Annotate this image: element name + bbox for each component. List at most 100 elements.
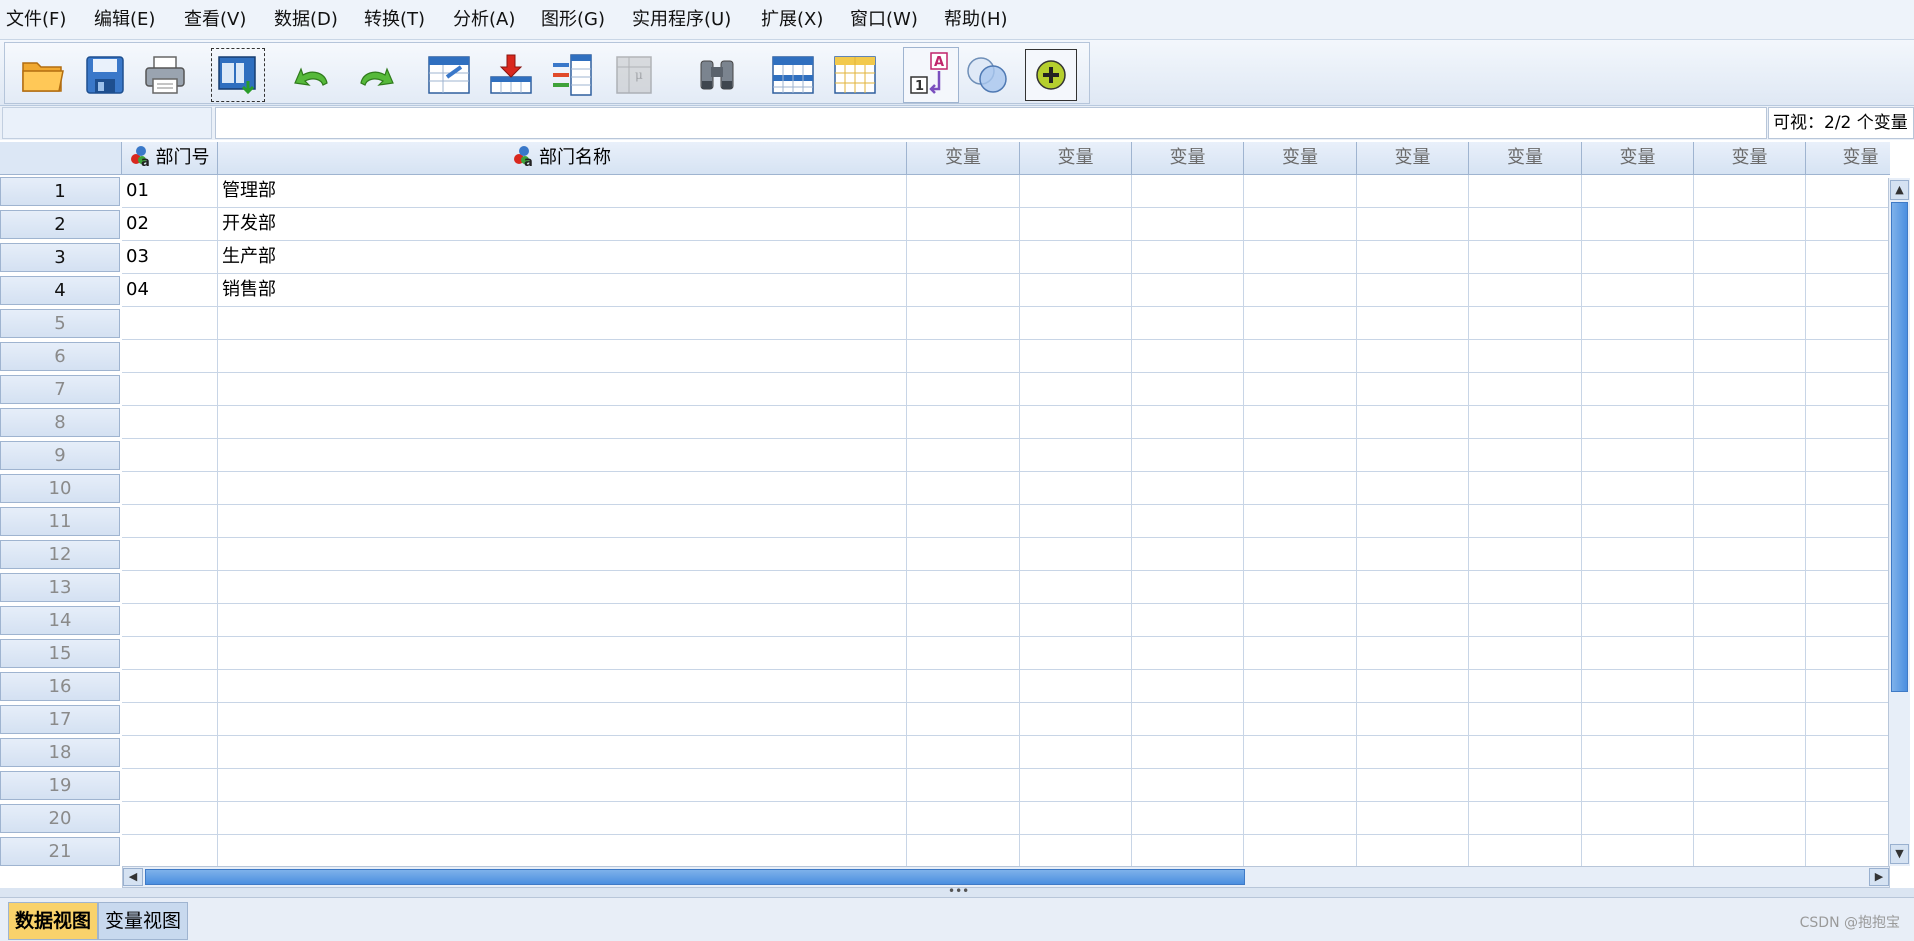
variables-icon[interactable] xyxy=(549,51,597,99)
data-cell[interactable] xyxy=(907,373,1020,406)
data-cell[interactable] xyxy=(1357,736,1469,769)
data-cell[interactable] xyxy=(1694,274,1806,307)
data-cell[interactable] xyxy=(1020,439,1132,472)
column-header[interactable]: 变量 xyxy=(1469,142,1582,175)
redo-icon[interactable] xyxy=(351,51,399,99)
data-cell[interactable] xyxy=(218,670,907,703)
data-cell[interactable] xyxy=(218,835,907,866)
data-cell[interactable] xyxy=(122,637,218,670)
data-cell[interactable] xyxy=(1806,505,1890,538)
data-cell[interactable]: 01 xyxy=(122,175,218,208)
data-cell[interactable] xyxy=(1244,307,1357,340)
print-icon[interactable] xyxy=(141,51,189,99)
data-cell[interactable] xyxy=(1020,241,1132,274)
data-cell[interactable] xyxy=(907,703,1020,736)
data-cell[interactable] xyxy=(1694,538,1806,571)
data-cell[interactable] xyxy=(1244,703,1357,736)
data-cell[interactable] xyxy=(1357,505,1469,538)
data-cell[interactable] xyxy=(1020,505,1132,538)
data-cell[interactable] xyxy=(1469,571,1582,604)
data-cell[interactable] xyxy=(1694,703,1806,736)
data-cell[interactable] xyxy=(122,307,218,340)
data-cell[interactable] xyxy=(1020,769,1132,802)
data-cell[interactable] xyxy=(1806,835,1890,866)
data-cell[interactable] xyxy=(1806,241,1890,274)
data-cell[interactable] xyxy=(1469,769,1582,802)
data-cell[interactable] xyxy=(1357,307,1469,340)
data-cell[interactable] xyxy=(1694,835,1806,866)
data-cell[interactable] xyxy=(1020,703,1132,736)
data-cell[interactable] xyxy=(907,571,1020,604)
data-cell[interactable] xyxy=(1694,769,1806,802)
data-cell[interactable] xyxy=(1357,538,1469,571)
data-cell[interactable] xyxy=(1244,439,1357,472)
data-cell[interactable] xyxy=(122,571,218,604)
data-cell[interactable] xyxy=(218,769,907,802)
data-cell[interactable] xyxy=(122,538,218,571)
data-cell[interactable] xyxy=(1469,208,1582,241)
vertical-scroll-thumb[interactable] xyxy=(1891,202,1908,692)
data-cell[interactable] xyxy=(907,340,1020,373)
data-cell[interactable] xyxy=(1806,571,1890,604)
data-cell[interactable] xyxy=(1806,802,1890,835)
data-cell[interactable] xyxy=(1806,274,1890,307)
data-cell[interactable] xyxy=(218,406,907,439)
data-cell[interactable] xyxy=(1244,604,1357,637)
data-cell[interactable] xyxy=(1582,736,1694,769)
data-cell[interactable] xyxy=(1469,736,1582,769)
data-cell[interactable] xyxy=(1132,406,1244,439)
data-cell[interactable] xyxy=(907,307,1020,340)
menu-analyze[interactable]: 分析(A) xyxy=(453,0,515,40)
row-header[interactable]: 2 xyxy=(0,210,120,239)
data-cell[interactable] xyxy=(1469,472,1582,505)
data-cell[interactable] xyxy=(907,175,1020,208)
data-cell[interactable] xyxy=(1357,604,1469,637)
data-cell[interactable] xyxy=(907,274,1020,307)
data-cell[interactable] xyxy=(1357,241,1469,274)
data-cell[interactable] xyxy=(1582,637,1694,670)
data-cell[interactable] xyxy=(122,703,218,736)
row-header[interactable]: 17 xyxy=(0,705,120,734)
data-cell[interactable] xyxy=(1694,736,1806,769)
data-cell[interactable] xyxy=(122,406,218,439)
data-cell[interactable] xyxy=(1357,571,1469,604)
row-header[interactable]: 3 xyxy=(0,243,120,272)
data-cell[interactable] xyxy=(122,604,218,637)
horizontal-scrollbar[interactable]: ◀ ▶ xyxy=(122,866,1890,888)
data-cell[interactable] xyxy=(1020,670,1132,703)
data-cell[interactable] xyxy=(1806,340,1890,373)
data-cell[interactable] xyxy=(122,736,218,769)
data-cell[interactable]: 开发部 xyxy=(218,208,907,241)
column-header[interactable]: 变量 xyxy=(1132,142,1244,175)
data-cell[interactable] xyxy=(1020,307,1132,340)
data-cell[interactable] xyxy=(1132,637,1244,670)
row-header[interactable]: 20 xyxy=(0,804,120,833)
pane-splitter[interactable]: ••• xyxy=(0,884,1914,898)
menu-file[interactable]: 文件(F) xyxy=(6,0,66,40)
data-cell[interactable] xyxy=(1469,439,1582,472)
data-cell[interactable] xyxy=(1244,406,1357,439)
tab-data-view[interactable]: 数据视图 xyxy=(8,902,99,940)
data-cell[interactable]: 04 xyxy=(122,274,218,307)
data-cell[interactable] xyxy=(1582,274,1694,307)
data-cell[interactable] xyxy=(1694,637,1806,670)
data-cell[interactable] xyxy=(1357,340,1469,373)
data-cell[interactable] xyxy=(1357,670,1469,703)
data-cell[interactable] xyxy=(907,472,1020,505)
data-cell[interactable] xyxy=(1132,538,1244,571)
data-cell[interactable] xyxy=(1582,604,1694,637)
data-cell[interactable] xyxy=(1357,208,1469,241)
data-cell[interactable] xyxy=(907,736,1020,769)
data-cell[interactable] xyxy=(1469,637,1582,670)
data-cell[interactable] xyxy=(1132,835,1244,866)
data-cell[interactable] xyxy=(1582,769,1694,802)
data-cell[interactable] xyxy=(1582,307,1694,340)
data-cell[interactable] xyxy=(1132,439,1244,472)
row-header[interactable]: 16 xyxy=(0,672,120,701)
data-cell[interactable] xyxy=(1694,670,1806,703)
data-cell[interactable] xyxy=(1806,472,1890,505)
data-cell[interactable] xyxy=(1694,604,1806,637)
data-cell[interactable] xyxy=(907,208,1020,241)
data-cell[interactable] xyxy=(122,439,218,472)
column-header[interactable]: 变量 xyxy=(1694,142,1806,175)
